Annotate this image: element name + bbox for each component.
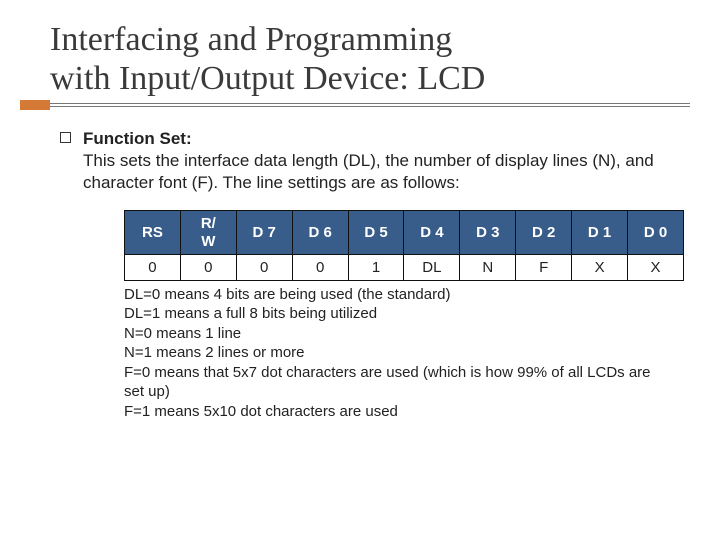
square-bullet-icon <box>60 132 71 143</box>
th: R/ W <box>180 211 236 255</box>
td: 0 <box>292 254 348 280</box>
th: D 4 <box>404 211 460 255</box>
th: D 2 <box>516 211 572 255</box>
note-line: F=0 means that 5x7 dot characters are us… <box>124 363 670 402</box>
function-set-table: RS R/ W D 7 D 6 D 5 D 4 D 3 D 2 D 1 D 0 … <box>124 210 670 281</box>
td: 0 <box>236 254 292 280</box>
th: D 5 <box>348 211 404 255</box>
rule-accent <box>20 100 50 110</box>
th: D 7 <box>236 211 292 255</box>
title-block: Interfacing and Programming with Input/O… <box>20 20 690 110</box>
title-rule <box>20 100 690 110</box>
body: Function Set: This sets the interface da… <box>60 128 690 421</box>
td: 0 <box>180 254 236 280</box>
td: X <box>572 254 628 280</box>
td: DL <box>404 254 460 280</box>
slide-title-line2: with Input/Output Device: LCD <box>50 59 690 98</box>
note-line: DL=0 means 4 bits are being used (the st… <box>124 285 670 305</box>
td: X <box>628 254 684 280</box>
td: N <box>460 254 516 280</box>
th: D 3 <box>460 211 516 255</box>
note-line: N=0 means 1 line <box>124 324 670 344</box>
th: D 6 <box>292 211 348 255</box>
rule-line <box>50 103 690 107</box>
table-row: 0 0 0 0 1 DL N F X X <box>125 254 684 280</box>
td: 0 <box>125 254 181 280</box>
table-header-row: RS R/ W D 7 D 6 D 5 D 4 D 3 D 2 D 1 D 0 <box>125 211 684 255</box>
th: D 0 <box>628 211 684 255</box>
bullet-text: Function Set: This sets the interface da… <box>83 128 690 194</box>
note-line: DL=1 means a full 8 bits being utilized <box>124 304 670 324</box>
th: RS <box>125 211 181 255</box>
td: F <box>516 254 572 280</box>
td: 1 <box>348 254 404 280</box>
slide-title-line1: Interfacing and Programming <box>50 20 690 59</box>
th: D 1 <box>572 211 628 255</box>
section-desc: This sets the interface data length (DL)… <box>83 151 654 192</box>
note-line: F=1 means 5x10 dot characters are used <box>124 402 670 422</box>
note-line: N=1 means 2 lines or more <box>124 343 670 363</box>
bullet-item: Function Set: This sets the interface da… <box>60 128 690 194</box>
section-heading: Function Set: <box>83 129 192 148</box>
notes: DL=0 means 4 bits are being used (the st… <box>124 285 670 422</box>
